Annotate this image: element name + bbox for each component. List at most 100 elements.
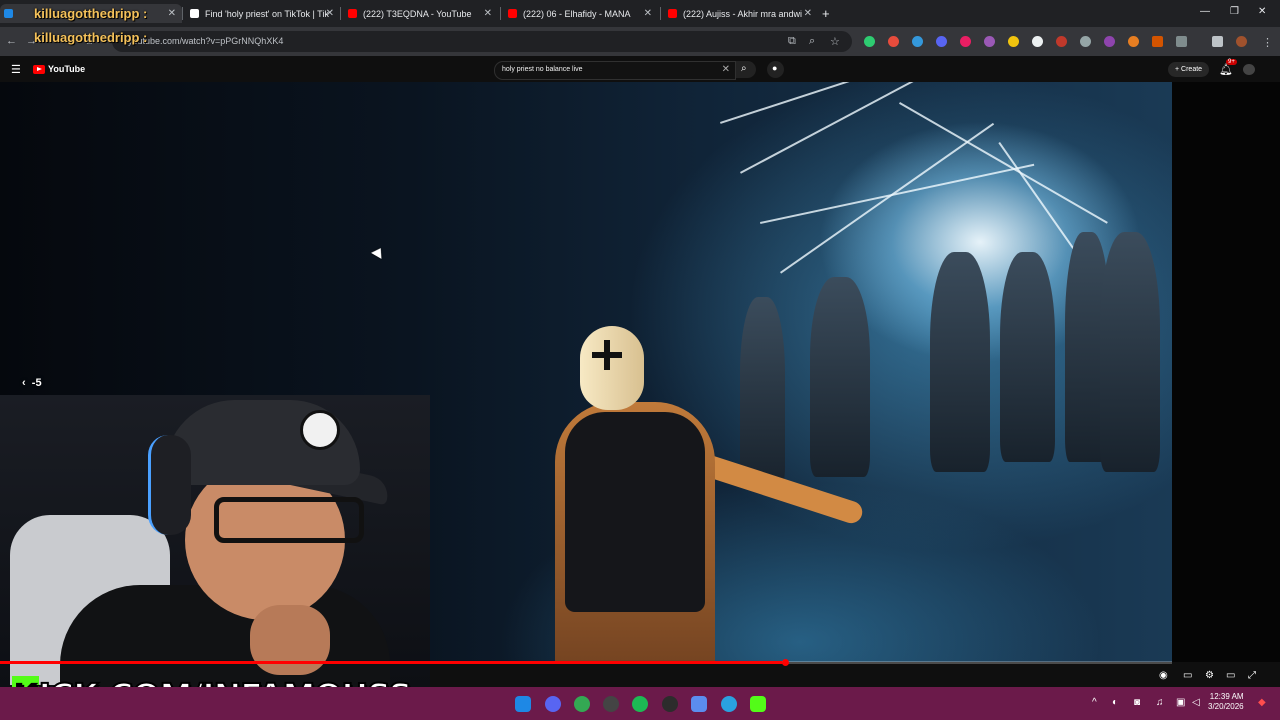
streamer-name-overlay: killuagotthedripp : [34, 30, 148, 45]
extension-icon[interactable] [1032, 36, 1043, 47]
search-button[interactable]: ⌕ [736, 61, 756, 78]
extension-icon[interactable] [936, 36, 947, 47]
youtube-play-icon [33, 64, 45, 74]
light-beam [760, 163, 1035, 224]
minimize-icon[interactable]: — [1200, 6, 1210, 17]
windows-start-icon[interactable] [515, 696, 531, 712]
maximize-icon[interactable]: ❐ [1230, 6, 1239, 17]
tab-youtube-2[interactable]: (222) 06 - Elhafidy - MANA ✕ [508, 4, 658, 23]
tab-tiktok[interactable]: Find 'holy priest' on TikTok | Tik ✕ [190, 4, 340, 23]
extension-icon[interactable] [1008, 36, 1019, 47]
clock-date: 3/20/2026 [1208, 702, 1244, 711]
tray-discord-icon[interactable]: ◙ [1134, 697, 1140, 708]
extension-icon[interactable] [1104, 36, 1115, 47]
extension-icon[interactable] [960, 36, 971, 47]
search-input[interactable]: holy priest no balance live ✕ [494, 61, 736, 80]
seek-handle[interactable] [782, 659, 789, 666]
account-avatar[interactable] [1243, 64, 1255, 75]
seek-bar[interactable] [0, 661, 1172, 664]
extension-icon[interactable] [888, 36, 899, 47]
autoplay-toggle-icon[interactable]: ◉ [1159, 670, 1168, 681]
tab-separator [660, 7, 661, 20]
close-icon[interactable]: ✕ [644, 8, 652, 19]
glasses [214, 497, 364, 543]
tab-separator [182, 7, 183, 20]
theater-mode-icon[interactable]: ▭ [1226, 670, 1235, 681]
telegram-icon[interactable] [721, 696, 737, 712]
extension-icon[interactable] [864, 36, 875, 47]
obs-icon[interactable] [603, 696, 619, 712]
tab-label: (222) 06 - Elhafidy - MANA [523, 8, 631, 19]
chrome-icon[interactable] [574, 696, 590, 712]
microphone-icon: ● [772, 63, 778, 73]
light-beam [899, 102, 1108, 224]
zoom-icon[interactable]: ⌕ [809, 35, 815, 48]
tab-youtube-3[interactable]: (222) Aujiss - Akhir mra andwi ✕ [668, 4, 818, 23]
tiktok-icon [190, 9, 199, 18]
extensions-puzzle-icon[interactable] [1176, 36, 1187, 47]
streamer-name-overlay: killuagotthedripp : [34, 6, 148, 21]
extension-icon[interactable] [1080, 36, 1091, 47]
skip-label: -5 [31, 377, 42, 389]
tab-label: Find 'holy priest' on TikTok | Tik [205, 8, 329, 19]
streamer-hand [250, 605, 330, 675]
notification-count-badge: 9+ [1226, 59, 1237, 65]
settings-gear-icon[interactable]: ⚙ [1205, 670, 1214, 681]
extension-icon[interactable] [1128, 36, 1139, 47]
discord-icon[interactable] [545, 696, 561, 712]
extension-icon[interactable] [912, 36, 923, 47]
headset-icon [148, 435, 191, 535]
create-button[interactable]: + Create [1168, 62, 1210, 77]
clock-time: 12:39 AM [1209, 692, 1244, 701]
hamburger-menu-icon[interactable]: ☰ [11, 63, 21, 76]
browser-tab-bar: ✕ Find 'holy priest' on TikTok | Tik ✕ (… [0, 0, 1280, 27]
tab-youtube-1[interactable]: (222) T3EQDNA - YouTube ✕ [348, 4, 498, 23]
close-icon[interactable]: ✕ [326, 8, 334, 19]
back-icon[interactable]: ← [6, 35, 17, 47]
youtube-logo[interactable]: YouTube [33, 64, 85, 74]
volume-icon[interactable]: ◁ [1192, 697, 1200, 708]
clear-search-icon[interactable]: ✕ [722, 64, 730, 75]
youtube-wordmark: YouTube [48, 64, 86, 74]
crowd-person [1000, 252, 1055, 462]
tray-overflow-icon[interactable]: ^ [1092, 697, 1097, 708]
omnibox[interactable]: youtube.com/watch?v=pPGrNNQhXK4 [112, 31, 852, 52]
tab-separator [340, 7, 341, 20]
search-value[interactable]: holy priest no balance live [502, 66, 583, 73]
crowd-person [740, 297, 785, 487]
streamer-icon [4, 9, 13, 18]
extension-icon[interactable] [984, 36, 995, 47]
tab-separator [500, 7, 501, 20]
xbox-icon[interactable] [662, 696, 678, 712]
spotify-icon[interactable] [632, 696, 648, 712]
system-clock[interactable]: 12:39 AM 3/20/2026 [1208, 692, 1244, 712]
extension-icon[interactable] [1056, 36, 1067, 47]
youtube-header: ☰ YouTube holy priest no balance live ✕ … [0, 58, 1280, 82]
youtube-icon [508, 9, 517, 18]
new-tab-button[interactable]: + [822, 6, 830, 21]
cap-logo-icon [300, 410, 340, 450]
close-icon[interactable]: ✕ [168, 8, 176, 19]
light-beam [740, 82, 1006, 174]
fullscreen-icon[interactable]: ⤢ [1248, 670, 1256, 681]
kick-app-icon[interactable] [750, 696, 766, 712]
tray-app-icon[interactable]: ◐ [1112, 697, 1118, 708]
extension-icon[interactable] [1152, 36, 1163, 47]
tray-mic-icon[interactable]: ♫ [1156, 697, 1164, 708]
network-icon[interactable]: ▣ [1176, 697, 1185, 708]
profile-avatar[interactable] [1236, 36, 1247, 47]
close-icon[interactable]: ✕ [484, 8, 492, 19]
voice-search-button[interactable]: ● [767, 61, 784, 78]
tab-search-icon[interactable] [1212, 36, 1223, 47]
kebab-menu-icon[interactable]: ⋮ [1262, 36, 1273, 49]
notification-center-icon[interactable]: ◆ [1258, 697, 1266, 708]
tab-label: (222) T3EQDNA - YouTube [363, 8, 472, 19]
url-text[interactable]: youtube.com/watch?v=pPGrNNQhXK4 [128, 36, 283, 46]
subtitles-icon[interactable]: ▭ [1183, 670, 1192, 681]
bookmark-star-icon[interactable]: ☆ [830, 35, 840, 48]
close-window-icon[interactable]: ✕ [1258, 6, 1266, 17]
close-icon[interactable]: ✕ [804, 8, 812, 19]
install-app-icon[interactable]: ⧉ [788, 35, 796, 48]
youtube-icon [348, 9, 357, 18]
app-icon[interactable] [691, 696, 707, 712]
